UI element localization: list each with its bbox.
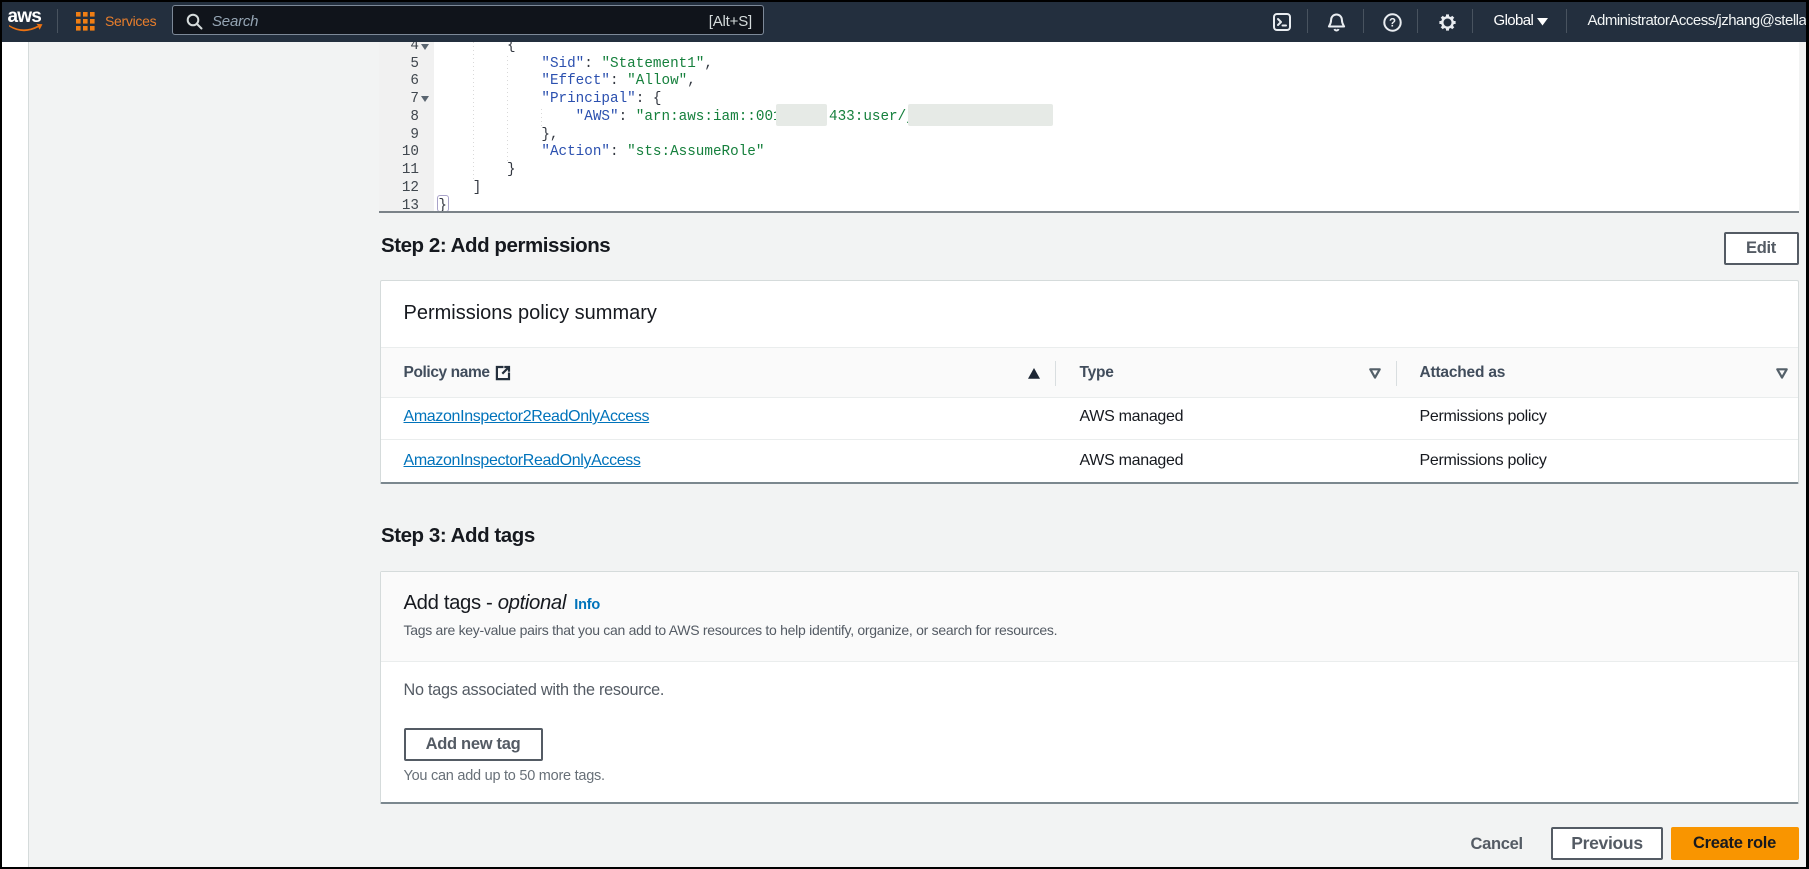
svg-text:?: ?	[1389, 18, 1396, 30]
svg-text:aws: aws	[8, 6, 42, 27]
